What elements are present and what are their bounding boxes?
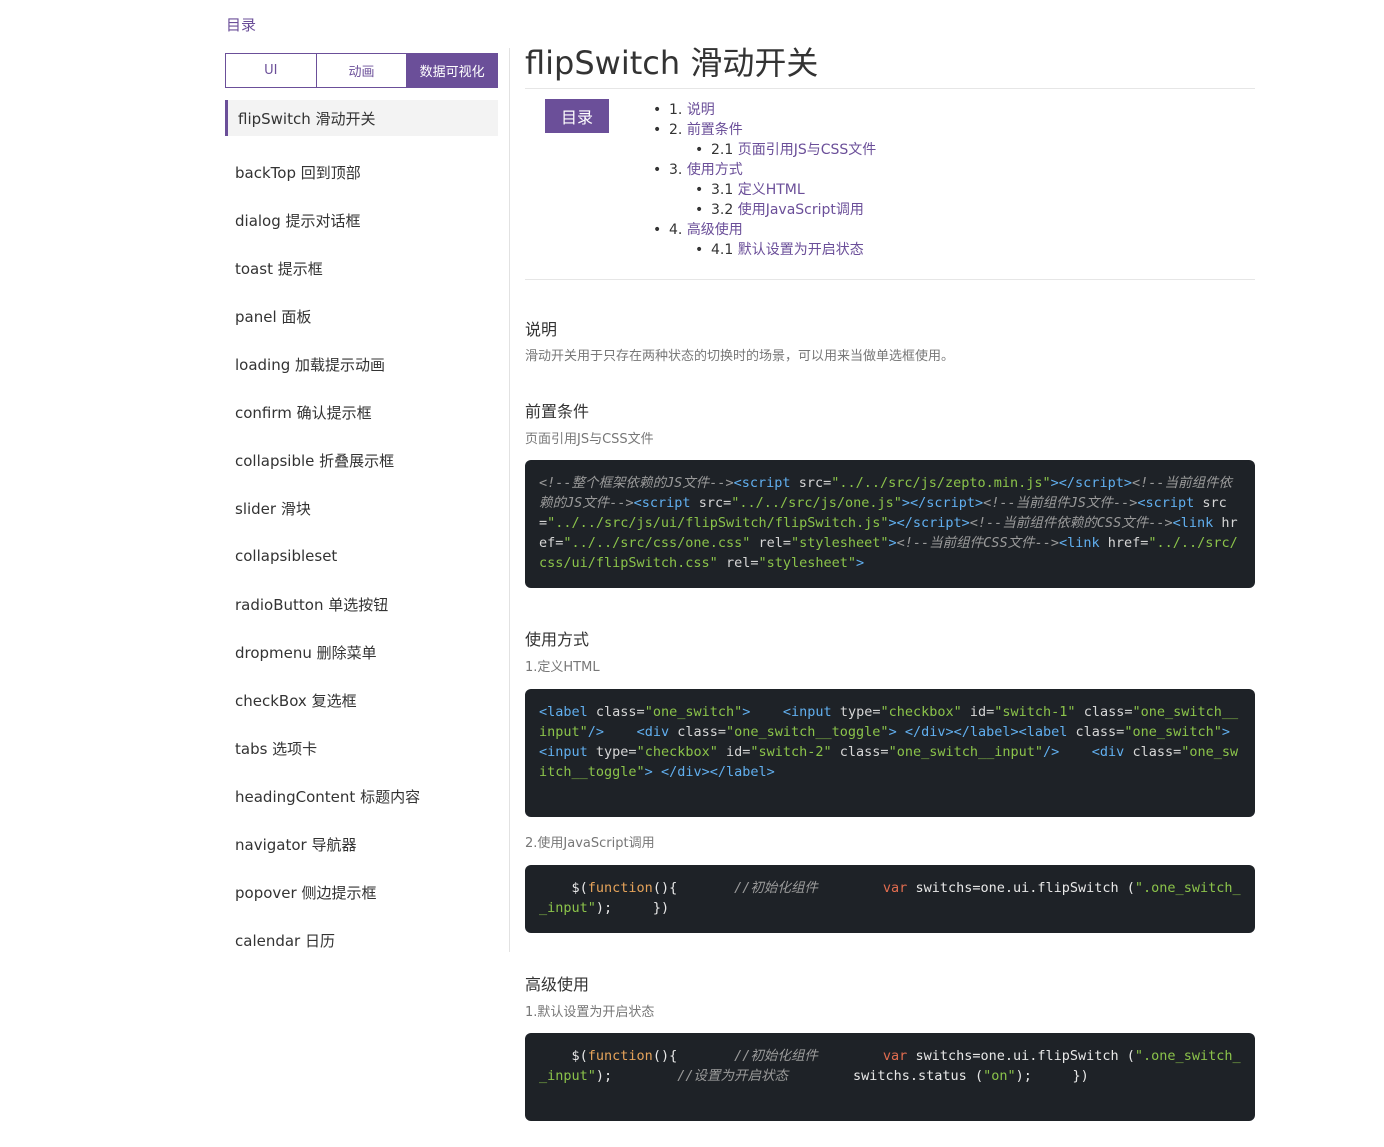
toc-link-define-html[interactable]: 定义HTML <box>738 182 805 198</box>
category-tabs: UI 动画 数据可视化 <box>225 53 498 88</box>
toc-item: • 3.2 使用JavaScript调用 <box>695 202 864 218</box>
nav-item-loading[interactable]: loading 加载提示动画 <box>225 340 498 388</box>
toc-item: • 2. 前置条件 <box>653 122 743 138</box>
nav-item-toast[interactable]: toast 提示框 <box>225 244 498 292</box>
nav-item-calendar[interactable]: calendar 日历 <box>225 916 498 964</box>
nav-item-dropmenu[interactable]: dropmenu 删除菜单 <box>225 628 498 676</box>
section-title-prerequisites: 前置条件 <box>525 402 590 421</box>
page-title: flipSwitch 滑动开关 <box>525 44 819 82</box>
divider <box>525 279 1255 280</box>
nav-item-headingcontent[interactable]: headingContent 标题内容 <box>225 772 498 820</box>
tab-data-visualization[interactable]: 数据可视化 <box>407 54 498 87</box>
toc-link-include-files[interactable]: 页面引用JS与CSS文件 <box>738 142 877 158</box>
toc-item: • 4.1 默认设置为开启状态 <box>695 242 864 258</box>
code-block-html: <label class="one_switch"> <input type="… <box>525 689 1255 817</box>
toc-link-description[interactable]: 说明 <box>687 102 715 118</box>
toc-item: • 4. 高级使用 <box>653 222 743 238</box>
nav-item-panel[interactable]: panel 面板 <box>225 292 498 340</box>
code-block-include: <!--整个框架依赖的JS文件--><script src="../../src… <box>525 460 1255 588</box>
toc-link-advanced[interactable]: 高级使用 <box>687 222 743 238</box>
component-nav-list: flipSwitch 滑动开关 backTop 回到顶部 dialog 提示对话… <box>225 100 498 964</box>
sidebar-divider <box>509 48 510 952</box>
nav-item-collapsibleset[interactable]: collapsibleset <box>225 532 498 580</box>
nav-item-backtop[interactable]: backTop 回到顶部 <box>225 148 498 196</box>
nav-item-checkbox[interactable]: checkBox 复选框 <box>225 676 498 724</box>
section-subtitle-include-files: 页面引用JS与CSS文件 <box>525 432 654 447</box>
nav-item-popover[interactable]: popover 侧边提示框 <box>225 868 498 916</box>
tab-animation[interactable]: 动画 <box>317 54 408 87</box>
toc-link-default-on[interactable]: 默认设置为开启状态 <box>738 242 864 258</box>
code-block-javascript: $(function(){ //初始化组件 var switchs=one.ui… <box>525 865 1255 933</box>
section-title-usage: 使用方式 <box>525 630 590 649</box>
toc-link-prerequisites[interactable]: 前置条件 <box>687 122 743 138</box>
nav-item-collapsible[interactable]: collapsible 折叠展示框 <box>225 436 498 484</box>
toc-item: • 3.1 定义HTML <box>695 182 805 198</box>
nav-item-navigator[interactable]: navigator 导航器 <box>225 820 498 868</box>
nav-item-flipswitch[interactable]: flipSwitch 滑动开关 <box>225 100 498 136</box>
section-title-description: 说明 <box>525 320 558 339</box>
code-block-advanced: $(function(){ //初始化组件 var switchs=one.ui… <box>525 1033 1255 1121</box>
nav-item-radiobutton[interactable]: radioButton 单选按钮 <box>225 580 498 628</box>
divider <box>525 88 1255 89</box>
toc-item: • 1. 说明 <box>653 102 715 118</box>
toc-link-use-javascript[interactable]: 使用JavaScript调用 <box>738 202 864 218</box>
nav-item-slider[interactable]: slider 滑块 <box>225 484 498 532</box>
table-of-contents: • 1. 说明 • 2. 前置条件 • 2.1 页面引用JS与CSS文件 • 3. 使用… <box>653 100 876 260</box>
toc-item: • 3. 使用方式 <box>653 162 743 178</box>
section-description-text: 滑动开关用于只存在两种状态的切换时的场景，可以用来当做单选框使用。 <box>525 349 955 364</box>
toc-item: • 2.1 页面引用JS与CSS文件 <box>695 142 877 158</box>
section-subtitle-use-javascript: 2.使用JavaScript调用 <box>525 836 655 851</box>
nav-item-tabs[interactable]: tabs 选项卡 <box>225 724 498 772</box>
toc-button[interactable]: 目录 <box>545 99 609 133</box>
section-subtitle-define-html: 1.定义HTML <box>525 660 600 675</box>
tab-ui[interactable]: UI <box>226 54 317 87</box>
nav-item-dialog[interactable]: dialog 提示对话框 <box>225 196 498 244</box>
toc-link-usage[interactable]: 使用方式 <box>687 162 743 178</box>
sidebar-title: 目录 <box>226 16 257 34</box>
nav-item-confirm[interactable]: confirm 确认提示框 <box>225 388 498 436</box>
section-subtitle-default-on: 1.默认设置为开启状态 <box>525 1005 655 1020</box>
section-title-advanced: 高级使用 <box>525 975 590 994</box>
